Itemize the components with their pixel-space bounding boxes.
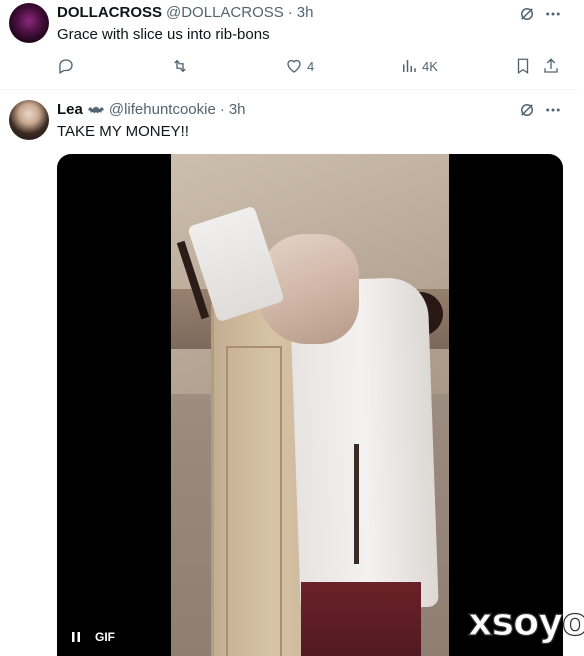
gif-media[interactable]: GIF (57, 154, 563, 656)
pants (301, 582, 421, 656)
sleeve-seam (354, 444, 359, 564)
separator: · (219, 101, 225, 118)
tweet-header: Lea @lifehuntcookie · 3h (57, 101, 246, 119)
user-name[interactable]: Lea (57, 101, 83, 119)
timestamp[interactable]: 3h (229, 101, 246, 119)
user-handle[interactable]: @lifehuntcookie (109, 101, 216, 119)
more-icon[interactable] (544, 101, 562, 119)
gif-controls[interactable]: GIF (69, 630, 115, 644)
door-panel (226, 346, 282, 656)
watermark-logo: xsoyo (467, 599, 584, 644)
gif-frame (171, 154, 449, 656)
grok-icon[interactable] (518, 101, 536, 119)
bat-emoji-icon (87, 106, 105, 114)
avatar[interactable] (9, 100, 49, 140)
tweet-lea[interactable]: Lea @lifehuntcookie · 3h TAKE MY MONEY!! (0, 0, 578, 656)
pause-icon[interactable] (69, 630, 83, 644)
tweet-text: TAKE MY MONEY!! (57, 123, 189, 140)
gif-label: GIF (95, 630, 115, 644)
